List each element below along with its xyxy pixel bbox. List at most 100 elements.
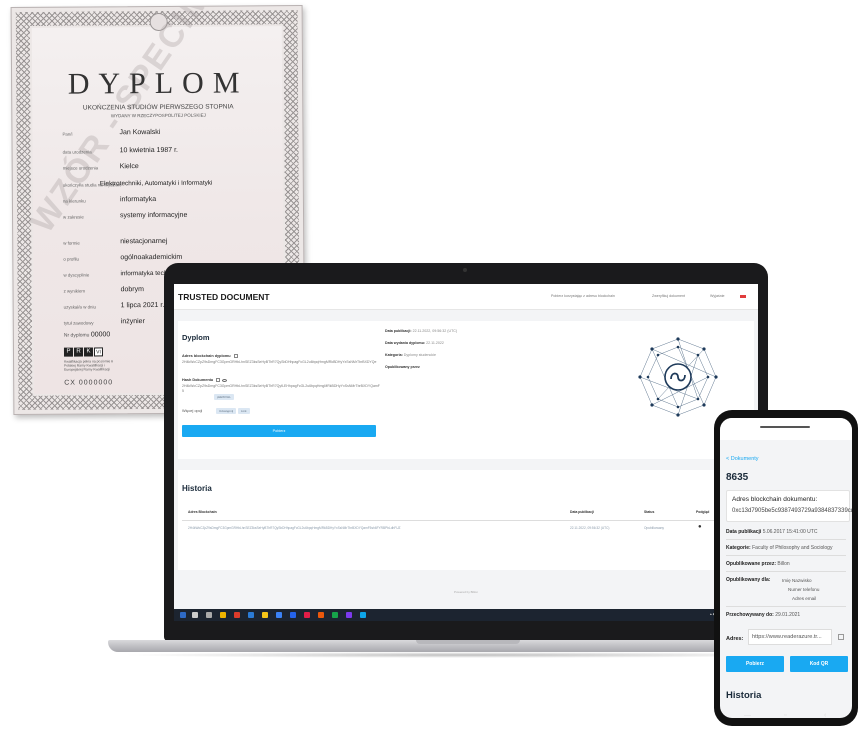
published-by-label: Opublikowane przez: — [726, 561, 777, 567]
column-header: Adres Blockchain — [188, 510, 217, 514]
history-title: Historia — [726, 690, 762, 701]
pdf-icon[interactable] — [304, 612, 310, 618]
blockchain-address-label-text: Adres blockchain dyplomu — [182, 354, 231, 358]
meta-label-text: Data publikacji — [385, 329, 411, 333]
edge-icon[interactable] — [248, 612, 254, 618]
explorer-icon[interactable] — [220, 612, 226, 618]
diploma-row-value: 10 kwietnia 1987 r. — [119, 146, 178, 155]
start-icon[interactable] — [180, 612, 186, 618]
diploma-row-label: o profilu — [63, 256, 79, 262]
address-label: Adres: — [726, 636, 744, 642]
publication-date-label: Data publikacji — [726, 529, 762, 535]
camera-icon — [463, 268, 467, 272]
phone-speaker — [760, 426, 810, 428]
blockchain-address-box: Adres blockchain dokumentu: 0xc13d7905be… — [726, 490, 852, 522]
diploma-row-value: niestacjonarnej — [120, 237, 168, 246]
app-icon[interactable] — [360, 612, 366, 618]
meta-value: 22.11.2022, 09:56:32 (UTC) — [412, 329, 458, 333]
prk-letter: VI — [93, 347, 104, 357]
diploma-row-label: data urodzenia — [62, 149, 92, 155]
address-input[interactable]: https://www.readerazure.tr... — [748, 629, 832, 645]
eye-icon[interactable] — [222, 378, 228, 382]
diploma-row-value: 1 lipca 2021 r. — [120, 301, 165, 310]
teams-icon[interactable] — [346, 612, 352, 618]
word-icon[interactable] — [290, 612, 296, 618]
published-by-row: Opublikowane przez: Billon — [726, 560, 790, 568]
chrome-icon[interactable] — [234, 612, 240, 618]
prk-letter: R — [73, 347, 84, 357]
nav-download-by-address[interactable]: Pobierz korzystając z adresu blockchain — [551, 294, 615, 298]
history-card: Historia Adres Blockchain Data publikacj… — [178, 470, 754, 570]
meta-category: Kategoria: Dyplomy studenckie — [385, 353, 436, 357]
folder-icon[interactable] — [262, 612, 268, 618]
publication-date-row: Data publikacji 5.06.2017 15:41:00 UTC — [726, 528, 817, 536]
network-logo-icon — [638, 337, 718, 417]
laptop-notch — [416, 640, 520, 644]
language-flag-icon[interactable] — [740, 295, 746, 298]
phone-status-bar — [720, 418, 852, 440]
nav-verify-document[interactable]: Zweryfikuj dokument — [652, 294, 685, 298]
meta-label-text: Data wydania dyplomu — [385, 341, 424, 345]
smartphone: < Dokumenty 8635 Adres blockchain dokume… — [714, 410, 858, 726]
excel-icon[interactable] — [332, 612, 338, 618]
qr-code-button[interactable]: Kod QR — [790, 656, 848, 672]
divider — [726, 555, 846, 556]
history-status-cell: Opublikowany — [644, 526, 665, 530]
brand-logo[interactable]: TRUSTED DOCUMENT — [178, 292, 270, 302]
recent-apps-icon[interactable]: — — [744, 712, 751, 719]
published-for-name: Imię Nazwisko — [782, 578, 812, 583]
laptop-screen: TRUSTED DOCUMENT Pobierz korzystając z a… — [174, 284, 758, 621]
meta-issue-date: Data wydania dyplomu: 22.11.2022 — [385, 341, 444, 345]
meta-value: 22.11.2022 — [426, 341, 444, 345]
meta-label-text: Kategoria — [385, 353, 402, 357]
diploma-row-label: w zakresie — [63, 214, 84, 220]
meta-publication-date: Data publikacji: 22.11.2022, 09:56:32 (U… — [385, 329, 458, 333]
copy-icon[interactable] — [838, 634, 844, 640]
laptop-shadow — [120, 652, 816, 658]
meta-label-text: Opublikowany przez — [385, 365, 420, 369]
link-button[interactable]: Link — [238, 408, 250, 414]
published-by-value: Billon — [777, 561, 790, 567]
back-icon[interactable]: ‹ — [824, 712, 826, 719]
table-divider — [182, 520, 750, 521]
download-button[interactable]: Pobierz — [726, 656, 784, 672]
share-button[interactable]: Udostępnij — [216, 408, 237, 414]
mail-icon[interactable] — [276, 612, 282, 618]
diploma-number-value: 00000 — [90, 331, 111, 339]
preview-eye-icon[interactable]: ● — [698, 524, 702, 530]
publication-date-value: 5.06.2017 15:41:00 UTC — [762, 529, 818, 535]
copy-icon[interactable] — [216, 378, 221, 382]
search-icon[interactable] — [192, 612, 198, 618]
history-date-cell: 22.11.2022, 09:56:32 (UTC) — [570, 526, 610, 530]
published-for-phone: Numer telefonu — [788, 587, 820, 592]
published-for-email: Adres email — [792, 596, 817, 601]
diploma-serial: CX 0000000 — [64, 379, 114, 387]
diploma-number: Nr dyplomu 00000 — [64, 331, 110, 338]
powerpoint-icon[interactable] — [318, 612, 324, 618]
blockchain-address-value[interactable]: 0xc13d7905be5c9387493729a9384837339cd — [732, 508, 852, 514]
meta-value: Dyplomy studenckie — [403, 353, 436, 357]
home-icon[interactable]: ▫ — [784, 712, 786, 719]
category-row: Kategorie: Faculty of Philosophy and Soc… — [726, 544, 832, 552]
android-nav-bar: — ▫ ‹ — [720, 712, 852, 722]
history-title: Historia — [182, 484, 212, 493]
nav-explain[interactable]: Wyjaśnie — [710, 294, 725, 298]
download-button[interactable]: Pobierz — [182, 425, 376, 437]
windows-taskbar: ▴ ◆ ◈ — [174, 609, 758, 621]
task-view-icon[interactable] — [206, 612, 212, 618]
diploma-row-label: tytuł zawodowy — [63, 320, 94, 326]
hash-tag[interactable]: pkEWVHL — [214, 394, 234, 400]
diploma-title: DYPLOM — [67, 66, 249, 101]
stored-until-row: Przechowywany do: 29.01.2021 — [726, 611, 800, 619]
diploma-row-value: Jan Kowalski — [119, 128, 161, 137]
category-value: Faculty of Philosophy and Sociology — [752, 545, 833, 551]
document-card: Dyplom Adres blockchain dyplomu 2H4kWoCZ… — [178, 321, 754, 459]
history-address-cell: 2H4kWoCZpZ9sDmgFC3GpmGRHbLhnSEZ3ksSeHyBT… — [188, 526, 401, 530]
divider — [726, 606, 846, 607]
divider — [726, 539, 846, 540]
copy-icon[interactable] — [233, 354, 238, 358]
column-header: Status — [644, 510, 655, 514]
diploma-row-label: miejsce urodzenia — [62, 165, 99, 171]
phone-screen: < Dokumenty 8635 Adres blockchain dokume… — [720, 418, 852, 718]
back-link[interactable]: < Dokumenty — [726, 456, 759, 462]
